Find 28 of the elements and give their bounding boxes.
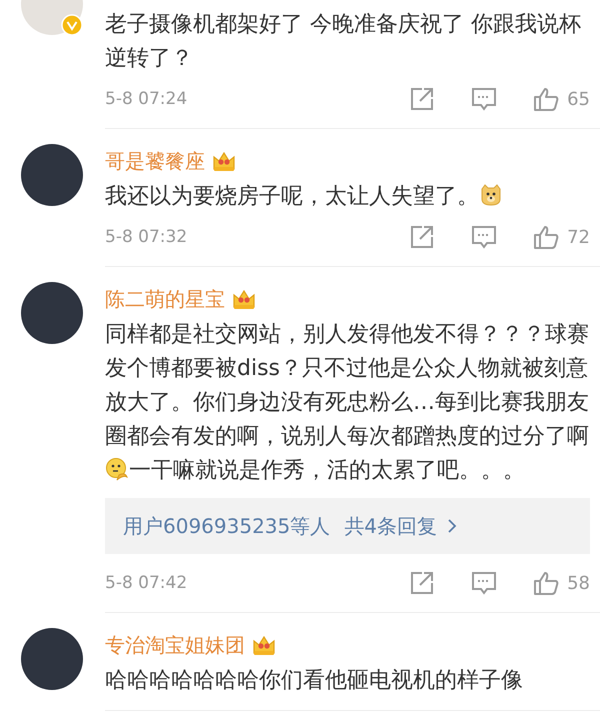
comment-icon[interactable] — [471, 224, 498, 250]
comment-text: 哈哈哈哈哈哈哈你们看他砸电视机的样子像 — [105, 667, 524, 695]
timestamp: 5-8 07:24 — [105, 89, 188, 109]
share-icon[interactable] — [409, 86, 436, 112]
thinking-face-icon — [105, 457, 129, 481]
comment-text: 我还以为要烧房子呢，太让人失望了。 — [105, 180, 590, 214]
thumbs-up-icon[interactable] — [533, 86, 560, 112]
comment-icon[interactable] — [471, 86, 498, 112]
dog-face-icon — [479, 183, 503, 207]
comment-text: 同样都是社交网站，别人发得他发不得？？？球赛发个博都要被diss？只不过他是公众人物就被刻意放大了。你们身边没有死忠粉么…每到比赛我朋友圈都会有发的啊，说别人每次都蹭热度的过分了啊 一干嘛就说是作秀，活的太累了吧。。。 — [105, 321, 590, 485]
comment-icon[interactable] — [471, 570, 498, 596]
username[interactable]: 陈二萌的星宝 — [105, 285, 225, 313]
reply-count-link[interactable]: 共4条回复 — [344, 512, 437, 540]
thumbs-up-icon[interactable] — [533, 570, 560, 596]
chevron-right-icon — [446, 518, 457, 534]
reply-users-link[interactable]: 用户6096935235等人 — [123, 512, 330, 540]
share-icon[interactable] — [409, 224, 436, 250]
thumbs-up-icon[interactable] — [533, 224, 560, 250]
username[interactable]: 专治淘宝姐妹团 — [105, 631, 245, 659]
like-count: 58 — [567, 572, 590, 594]
replies-panel[interactable]: 用户6096935235等人 共4条回复 — [105, 498, 590, 554]
like-count: 72 — [567, 226, 590, 248]
like-count: 65 — [567, 88, 590, 110]
timestamp: 5-8 07:32 — [105, 227, 188, 247]
share-icon[interactable] — [409, 570, 436, 596]
comment-text: 老子摄像机都架好了 今晚准备庆祝了 你跟我说杯逆转了？ — [105, 11, 582, 73]
timestamp: 5-8 07:42 — [105, 573, 188, 593]
username[interactable]: 哥是饕餮座 — [105, 147, 205, 175]
